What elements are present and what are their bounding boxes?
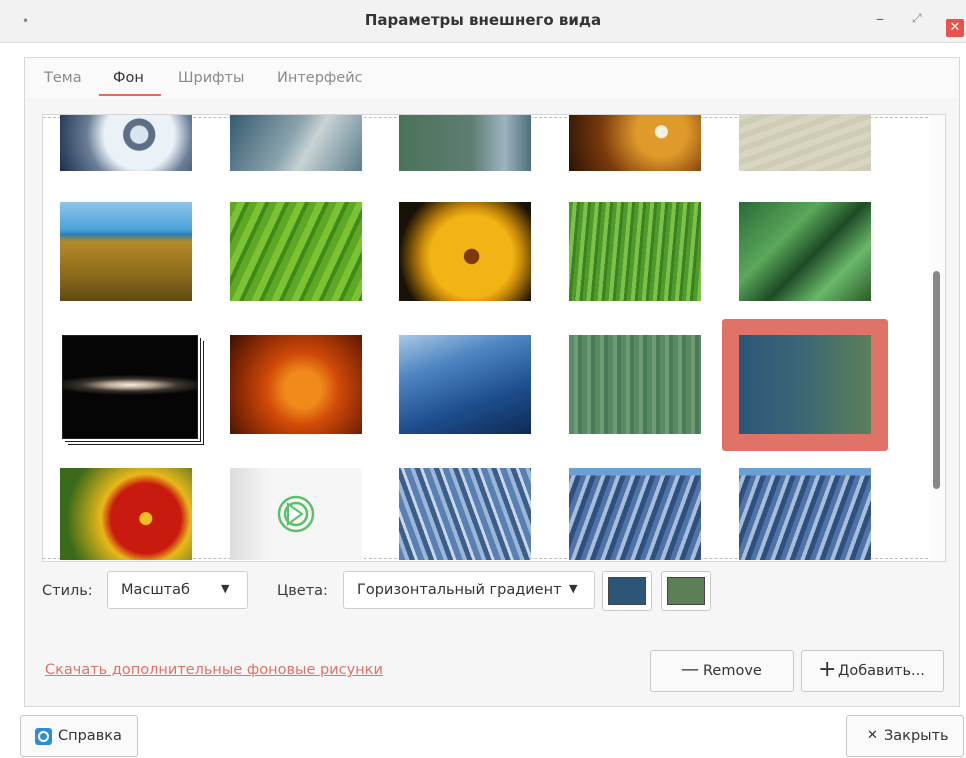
wallpaper-thumb[interactable] xyxy=(399,202,531,301)
close-icon: ✕ xyxy=(867,728,878,743)
wallpaper-thumb[interactable] xyxy=(739,115,871,171)
appearance-panel: Тема Фон Шрифты Интерфейс Стиль: Масштаб… xyxy=(24,57,960,707)
tab-theme[interactable]: Тема xyxy=(44,70,82,86)
wallpaper-thumb[interactable] xyxy=(60,468,192,560)
remove-button[interactable]: — Remove xyxy=(650,650,794,692)
style-dropdown[interactable]: Масштаб ▼ xyxy=(107,571,248,609)
wallpaper-thumb[interactable] xyxy=(230,202,362,301)
maximize-icon[interactable]: ⤢ xyxy=(912,11,922,26)
wallpaper-thumb[interactable] xyxy=(399,335,531,434)
tab-bar: Тема Фон Шрифты Интерфейс xyxy=(25,58,959,98)
color1-button[interactable] xyxy=(602,571,652,611)
active-tab-indicator xyxy=(99,94,161,96)
close-button[interactable]: ✕ Закрыть xyxy=(846,715,964,757)
chevron-down-icon: ▼ xyxy=(569,582,578,595)
grid-scrollbar[interactable] xyxy=(930,115,944,561)
style-label: Стиль: xyxy=(42,583,93,599)
color1-swatch xyxy=(608,577,646,605)
wallpaper-thumb[interactable] xyxy=(62,335,198,439)
galaxy-image xyxy=(63,336,197,438)
wallpaper-thumb[interactable] xyxy=(569,115,701,171)
wallpaper-thumb[interactable] xyxy=(230,335,362,434)
wallpaper-thumb[interactable] xyxy=(739,202,871,301)
plus-icon: + xyxy=(818,657,837,682)
style-value: Масштаб xyxy=(121,582,190,598)
wallpaper-thumb[interactable] xyxy=(569,335,701,434)
wallpaper-thumb-selected[interactable] xyxy=(739,335,871,434)
minimize-icon[interactable]: – xyxy=(876,9,884,28)
wallpaper-thumb[interactable] xyxy=(60,115,192,171)
window-title: Параметры внешнего вида xyxy=(364,11,602,29)
title-bar: • Параметры внешнего вида – ⤢ ✕ xyxy=(0,0,966,43)
lifebuoy-icon xyxy=(35,728,52,745)
download-wallpapers-link[interactable]: Скачать дополнительные фоновые рисунки xyxy=(45,662,383,678)
tab-interface[interactable]: Интерфейс xyxy=(277,70,363,86)
logo-image xyxy=(277,495,315,533)
colors-dropdown[interactable]: Горизонтальный градиент ▼ xyxy=(343,571,595,609)
tab-fonts[interactable]: Шрифты xyxy=(178,70,244,86)
close-window-icon[interactable]: ✕ xyxy=(946,19,964,37)
scrollbar-thumb[interactable] xyxy=(933,271,940,489)
minus-icon: — xyxy=(681,659,699,680)
wallpaper-thumb[interactable] xyxy=(230,468,362,560)
wallpaper-grid[interactable] xyxy=(42,114,946,562)
wallpaper-thumb[interactable] xyxy=(399,468,531,560)
color2-swatch xyxy=(667,577,705,605)
color2-button[interactable] xyxy=(661,571,711,611)
tab-background[interactable]: Фон xyxy=(113,70,144,86)
wallpaper-thumb[interactable] xyxy=(399,115,531,171)
remove-label: Remove xyxy=(703,663,762,679)
wallpaper-thumb[interactable] xyxy=(569,468,701,560)
help-label: Справка xyxy=(58,728,122,744)
add-button[interactable]: + Добавить... xyxy=(801,650,944,692)
help-button[interactable]: Справка xyxy=(20,715,138,757)
wallpaper-thumb[interactable] xyxy=(569,202,701,301)
wallpaper-thumb[interactable] xyxy=(230,115,362,171)
close-label: Закрыть xyxy=(884,728,949,744)
colors-value: Горизонтальный градиент xyxy=(357,582,562,598)
wallpaper-thumb[interactable] xyxy=(739,468,871,560)
chevron-down-icon: ▼ xyxy=(221,582,230,595)
colors-label: Цвета: xyxy=(277,583,328,599)
wallpaper-thumb[interactable] xyxy=(60,202,192,301)
add-label: Добавить... xyxy=(838,663,925,679)
